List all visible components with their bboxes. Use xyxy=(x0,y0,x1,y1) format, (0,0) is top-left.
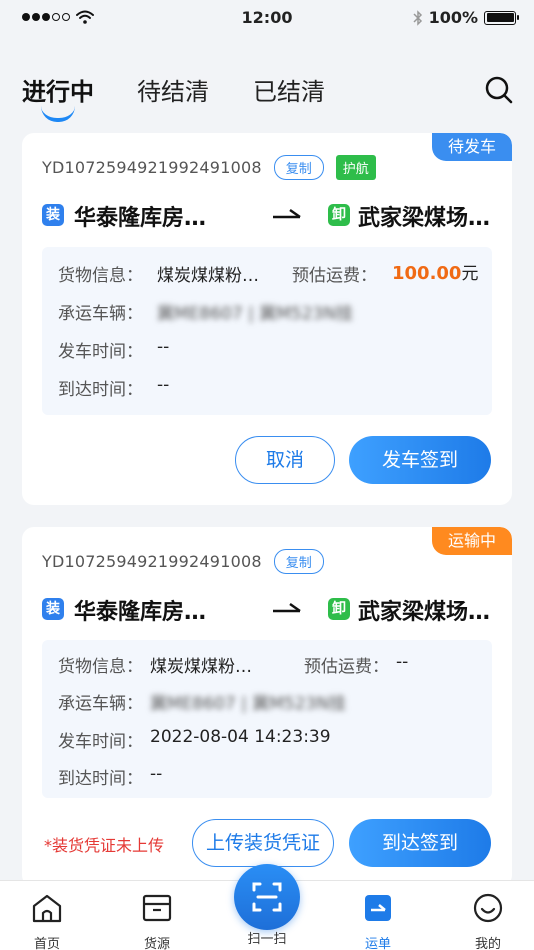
arrive-time-value: -- xyxy=(157,375,170,395)
battery-percent: 100% xyxy=(428,8,478,27)
origin-name: 华泰隆库房… xyxy=(74,600,207,625)
nav-cargo-source-label: 货源 xyxy=(143,937,170,950)
vehicle-label: 承运车辆： xyxy=(58,304,143,324)
order-number: YD1072594921992491008 xyxy=(42,158,262,177)
order-status-tabs: 进行中 待结清 已结清 xyxy=(0,60,534,122)
smile-icon xyxy=(473,893,503,923)
scan-button[interactable] xyxy=(234,864,300,930)
route: 装 华泰隆库房… 卸 武家梁煤场… xyxy=(42,595,502,625)
route-arrow-icon xyxy=(273,602,301,613)
cargo-info-box: 货物信息： 煤炭煤煤粉… 预估运费： -- 承运车辆： 冀ME8607 | 冀M… xyxy=(42,640,492,798)
escort-tag: 护航 xyxy=(335,155,376,180)
bluetooth-icon xyxy=(413,9,422,26)
order-number-row: YD1072594921992491008 复制 护航 xyxy=(42,155,376,180)
depart-time-value: -- xyxy=(157,337,170,357)
destination-name: 武家梁煤场… xyxy=(358,206,491,231)
route-arrow-icon xyxy=(273,208,301,219)
vehicle-label: 承运车辆： xyxy=(58,694,143,714)
freight-label: 预估运费： xyxy=(292,266,377,286)
nav-waybill[interactable]: 运单 xyxy=(348,891,408,950)
load-tag: 装 xyxy=(42,204,64,226)
status-badge: 运输中 xyxy=(431,527,512,555)
route: 装 华泰隆库房… 卸 武家梁煤场… xyxy=(42,201,502,231)
box-icon xyxy=(142,894,172,922)
copy-button[interactable]: 复制 xyxy=(273,549,324,574)
arrive-time-label: 到达时间： xyxy=(58,380,143,400)
freight-label: 预估运费： xyxy=(304,657,389,677)
origin-name: 华泰隆库房… xyxy=(74,206,207,231)
unload-tag: 卸 xyxy=(328,204,350,226)
goods-value: 煤炭煤煤粉… xyxy=(157,266,259,286)
depart-time-value: 2022-08-04 14:23:39 xyxy=(150,727,331,747)
upload-warning: *装货凭证未上传 xyxy=(44,836,165,855)
vehicle-value: 冀ME8607 | 冀M523N挂 xyxy=(150,694,347,714)
nav-home[interactable]: 首页 xyxy=(17,891,77,950)
freight-value: 100.00 xyxy=(392,263,462,284)
status-bar: 12:00 100% xyxy=(0,0,534,36)
waybill-card[interactable]: 运输中 YD1072594921992491008 复制 装 华泰隆库房… 卸 … xyxy=(22,527,512,887)
arrive-time-value: -- xyxy=(150,764,163,784)
waybill-card[interactable]: 待发车 YD1072594921992491008 复制 护航 装 华泰隆库房…… xyxy=(22,133,512,505)
cancel-button[interactable]: 取消 xyxy=(235,436,335,484)
upload-voucher-button[interactable]: 上传装货凭证 xyxy=(192,819,334,867)
battery-icon xyxy=(484,10,519,25)
arrive-time-label: 到达时间： xyxy=(58,769,143,789)
goods-label: 货物信息： xyxy=(58,266,143,286)
depart-checkin-button[interactable]: 发车签到 xyxy=(349,436,491,484)
scan-icon xyxy=(252,882,282,912)
load-tag: 装 xyxy=(42,598,64,620)
order-number-row: YD1072594921992491008 复制 xyxy=(42,549,324,574)
cargo-info-box: 货物信息： 煤炭煤煤粉… 预估运费： 100.00元 承运车辆： 冀ME8607… xyxy=(42,247,492,415)
vehicle-value: 冀ME8607 | 冀M523N挂 xyxy=(157,304,354,324)
arrive-checkin-button[interactable]: 到达签到 xyxy=(349,819,491,867)
nav-mine-label: 我的 xyxy=(474,937,501,950)
tab-pending-settle[interactable]: 待结清 xyxy=(137,72,209,107)
tab-in-progress[interactable]: 进行中 xyxy=(22,72,94,107)
destination-name: 武家梁煤场… xyxy=(358,600,491,625)
freight-unit: 元 xyxy=(461,264,479,284)
unload-tag: 卸 xyxy=(328,598,350,620)
battery-group: 100% xyxy=(413,8,519,27)
depart-time-label: 发车时间： xyxy=(58,342,143,362)
search-icon[interactable] xyxy=(484,75,514,105)
waybill-icon xyxy=(365,895,391,921)
freight-value-group: 100.00元 xyxy=(392,259,478,284)
tab-settled[interactable]: 已结清 xyxy=(253,72,325,107)
home-icon xyxy=(32,894,62,923)
nav-waybill-label: 运单 xyxy=(364,937,391,950)
tab-active-indicator xyxy=(41,106,75,122)
status-badge: 待发车 xyxy=(431,133,512,161)
goods-value: 煤炭煤煤粉… xyxy=(150,657,252,677)
depart-time-label: 发车时间： xyxy=(58,732,143,752)
goods-label: 货物信息： xyxy=(58,657,143,677)
freight-value: -- xyxy=(396,652,409,672)
scan-label: 扫一扫 xyxy=(247,932,287,947)
nav-mine[interactable]: 我的 xyxy=(458,891,518,950)
order-number: YD1072594921992491008 xyxy=(42,552,262,571)
copy-button[interactable]: 复制 xyxy=(273,155,324,180)
nav-cargo-source[interactable]: 货源 xyxy=(127,891,187,950)
nav-home-label: 首页 xyxy=(33,937,60,950)
